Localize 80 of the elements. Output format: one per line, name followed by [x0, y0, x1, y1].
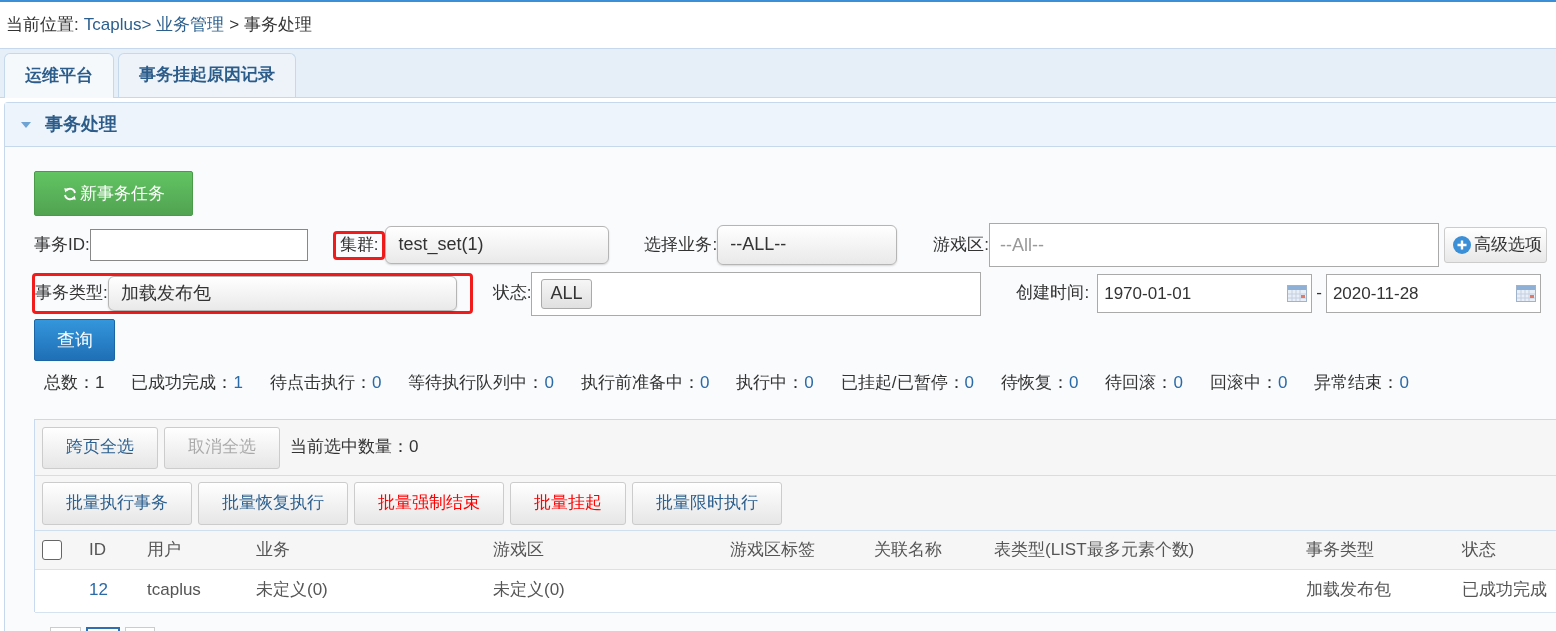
selected-count: 当前选中数量：0	[290, 437, 419, 458]
column-header[interactable]: 表类型(LIST最多元素个数)	[994, 539, 1195, 559]
calendar-icon[interactable]	[1515, 284, 1536, 302]
batch-button[interactable]: 批量执行事务	[42, 481, 192, 525]
multiselect-field[interactable]: --All--	[988, 223, 1439, 267]
stat-count: 0	[371, 372, 382, 394]
breadcrumb-current: 事务处理	[244, 14, 313, 36]
stat-label: 异常结束：	[1314, 372, 1400, 394]
date-field[interactable]: 2020-11-28	[1325, 274, 1541, 313]
checkbox[interactable]	[42, 539, 62, 560]
field-label: 集群:	[339, 234, 379, 256]
batch-button[interactable]: 批量强制结束	[354, 481, 504, 525]
field-label: 事务ID:	[34, 234, 90, 256]
dropdown[interactable]: test_set(1)	[385, 226, 610, 264]
stat-label: 待恢复：	[1001, 372, 1069, 394]
calendar-icon[interactable]	[1287, 284, 1308, 302]
column-header[interactable]: ID	[89, 539, 106, 559]
page-button[interactable]	[86, 626, 120, 631]
breadcrumb-link[interactable]: 业务管理	[156, 14, 225, 36]
stat-count: 1	[233, 372, 243, 394]
column-header[interactable]: 业务	[256, 539, 290, 559]
field-label: 游戏区:	[933, 234, 989, 256]
field-label: 事务类型:	[35, 283, 108, 304]
table-cell: 未定义(0)	[493, 580, 565, 600]
tab[interactable]: 运维平台	[4, 53, 114, 98]
column-header[interactable]: 状态	[1462, 539, 1496, 559]
stat-count: 0	[699, 372, 710, 394]
stat-count: 0	[1399, 372, 1409, 394]
batch-button[interactable]: 批量恢复执行	[198, 481, 348, 525]
tab[interactable]: 事务挂起原因记录	[118, 53, 296, 97]
breadcrumb-separator: >	[229, 14, 240, 36]
stat-label: 待回滚：	[1105, 372, 1174, 394]
id-link[interactable]: 12	[89, 580, 108, 600]
breadcrumb-link[interactable]: Tcaplus>	[83, 14, 152, 36]
field-label: 选择业务:	[644, 234, 718, 256]
dropdown[interactable]: 加载发布包	[107, 276, 457, 311]
plus-icon	[1452, 236, 1471, 254]
stat-count: 0	[1069, 372, 1079, 394]
column-header[interactable]: 关联名称	[874, 539, 942, 559]
table-cell: 已成功完成	[1462, 580, 1547, 600]
stat-count: 0	[964, 372, 974, 394]
column-header[interactable]: 事务类型	[1306, 539, 1374, 559]
batch-button[interactable]: 批量挂起	[510, 481, 626, 525]
panel-header[interactable]: 事务处理	[5, 103, 1556, 147]
status-tag[interactable]: ALL	[541, 278, 592, 309]
batch-button[interactable]: 批量限时执行	[632, 481, 782, 525]
field-label: 创建时间:	[1016, 283, 1090, 304]
date-separator: -	[1315, 283, 1323, 304]
stat-label: 执行中：	[736, 372, 805, 394]
date-field[interactable]: 1970-01-01	[1097, 274, 1313, 313]
column-header[interactable]: 游戏区	[493, 539, 544, 559]
table-cell: 未定义(0)	[256, 580, 328, 600]
column-header[interactable]: 用户	[147, 539, 181, 559]
stat-label: 总数：	[44, 372, 95, 394]
stat-label: 执行前准备中：	[580, 372, 700, 394]
stat-label: 待点击执行：	[269, 372, 372, 394]
stat-label: 已成功完成：	[131, 372, 234, 394]
query-button[interactable]: 查询	[34, 319, 115, 361]
stat-label: 已挂起/已暂停：	[840, 372, 965, 394]
advanced-options-button[interactable]: 高级选项	[1443, 227, 1547, 263]
table-cell: 加载发布包	[1306, 580, 1391, 600]
refresh-icon	[62, 186, 77, 201]
caret-icon[interactable]	[21, 121, 31, 128]
text-input[interactable]	[89, 229, 308, 261]
stat-count: 0	[544, 372, 554, 394]
column-header[interactable]: 游戏区标签	[730, 539, 815, 559]
field-label: 状态:	[492, 283, 532, 304]
stat-count: 1	[95, 372, 105, 394]
table-cell: tcaplus	[147, 580, 201, 600]
dropdown[interactable]: --ALL--	[717, 225, 898, 265]
breadcrumb-label: 当前位置:	[6, 14, 79, 36]
stat-count: 0	[1277, 372, 1288, 394]
stat-count: 0	[1173, 372, 1183, 394]
panel-title: 事务处理	[45, 113, 117, 136]
tag-input[interactable]: ALL	[531, 271, 982, 316]
stat-label: 回滚中：	[1209, 372, 1278, 394]
table-row[interactable]: 12 tcaplus 未定义(0) 未定义(0) 加载发布包 已成功完成	[35, 569, 1556, 612]
stat-count: 0	[804, 372, 814, 394]
select-all-pages-button[interactable]: 跨页全选	[42, 426, 158, 469]
stat-label: 等待执行队列中：	[408, 372, 545, 394]
